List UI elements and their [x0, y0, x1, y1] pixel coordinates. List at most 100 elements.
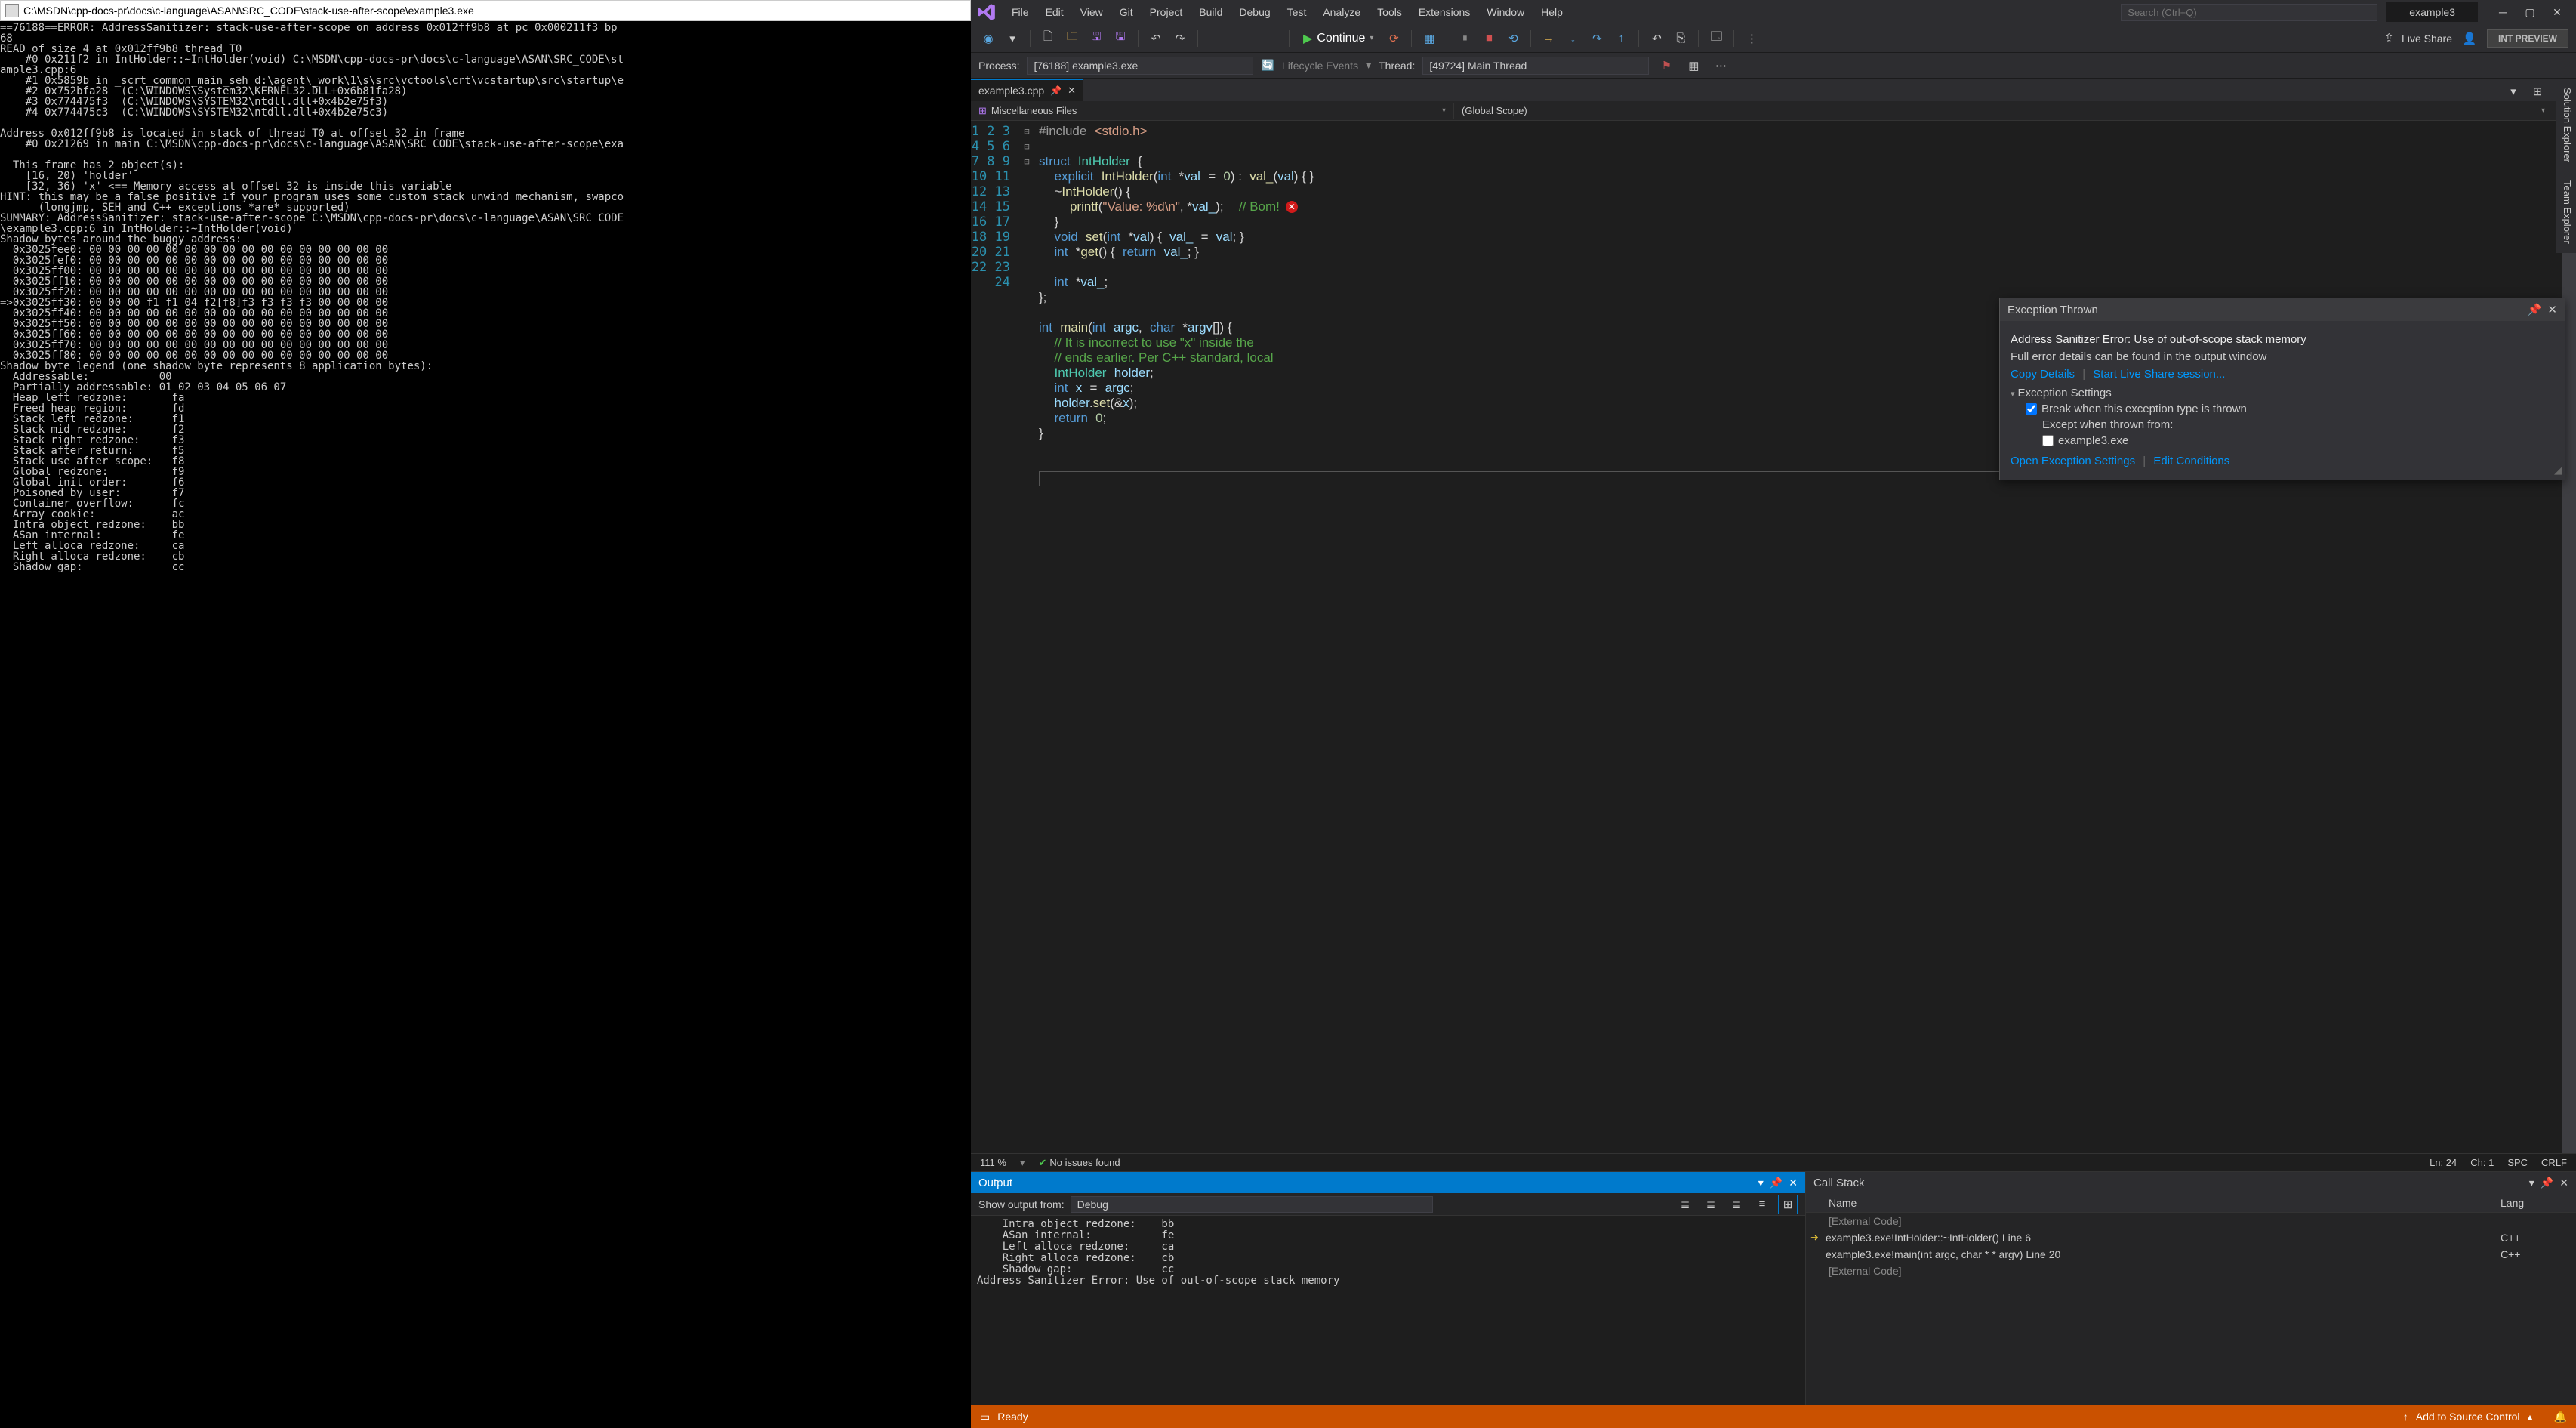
- lifecycle-icon[interactable]: 🔄: [1261, 59, 1274, 72]
- thread-dropdown[interactable]: [49724] Main Thread: [1422, 57, 1649, 75]
- close-button[interactable]: ✕: [2544, 3, 2570, 21]
- menu-build[interactable]: Build: [1191, 3, 1230, 21]
- stop-icon[interactable]: ■: [1479, 29, 1499, 48]
- live-share-icon[interactable]: ⇪: [2384, 31, 2394, 46]
- side-tab-solution-explorer[interactable]: Solution Explorer: [2556, 79, 2576, 171]
- menu-view[interactable]: View: [1073, 3, 1111, 21]
- call-stack-row[interactable]: ➜ example3.exe!IntHolder::~IntHolder() L…: [1806, 1229, 2576, 1246]
- edit-conditions-link[interactable]: Edit Conditions: [2153, 455, 2229, 467]
- notifications-icon[interactable]: 🔔: [2554, 1411, 2567, 1423]
- hot-reload-icon[interactable]: ⟳: [1384, 29, 1404, 48]
- cs-col-name[interactable]: Name: [1806, 1197, 2501, 1209]
- line-indicator[interactable]: Ln: 24: [2430, 1157, 2457, 1168]
- menu-tools[interactable]: Tools: [1370, 3, 1410, 21]
- step-out-icon[interactable]: ↑: [1611, 29, 1631, 48]
- feedback-icon[interactable]: 👤: [2460, 29, 2479, 48]
- show-next-icon[interactable]: →: [1539, 29, 1558, 48]
- process-dropdown[interactable]: [76188] example3.exe: [1027, 57, 1253, 75]
- call-stack-row[interactable]: [External Code]: [1806, 1213, 2576, 1229]
- except-from-checkbox[interactable]: [2042, 435, 2054, 446]
- sc-dropdown-icon[interactable]: ▴: [2528, 1411, 2533, 1423]
- menu-help[interactable]: Help: [1533, 3, 1570, 21]
- cs-pin-icon[interactable]: 📌: [2541, 1177, 2553, 1189]
- open-exception-settings-link[interactable]: Open Exception Settings: [2011, 455, 2135, 467]
- editor-tab-example3[interactable]: example3.cpp 📌 ✕: [971, 79, 1083, 101]
- fold-gutter[interactable]: ⊟ ⊟ ⊟: [1021, 121, 1033, 1153]
- misc-icon-2[interactable]: ⎘: [1671, 29, 1690, 48]
- solution-title-tab[interactable]: example3: [2386, 2, 2478, 22]
- nav-fwd-icon[interactable]: ▾: [1003, 29, 1022, 48]
- output-tb-icon-1[interactable]: ≣: [1675, 1195, 1695, 1214]
- search-box[interactable]: [2121, 4, 2377, 21]
- cs-col-lang[interactable]: Lang: [2501, 1197, 2576, 1209]
- add-to-source-control[interactable]: Add to Source Control: [2416, 1411, 2520, 1423]
- misc-debug-icon[interactable]: ⋯: [1711, 56, 1730, 76]
- copy-details-link[interactable]: Copy Details: [2011, 368, 2075, 381]
- zoom-level[interactable]: 111 %: [980, 1157, 1006, 1168]
- redo-icon[interactable]: ↷: [1170, 29, 1190, 48]
- pause-icon[interactable]: ⏸: [1455, 29, 1474, 48]
- call-stack-header[interactable]: Call Stack ▾ 📌 ✕: [1806, 1172, 2576, 1193]
- nav-project-dropdown[interactable]: ⊞ Miscellaneous Files ▾: [971, 103, 1454, 119]
- lifecycle-label[interactable]: Lifecycle Events: [1282, 60, 1358, 72]
- menu-test[interactable]: Test: [1280, 3, 1314, 21]
- menu-project[interactable]: Project: [1142, 3, 1191, 21]
- maximize-button[interactable]: ▢: [2517, 3, 2543, 21]
- save-icon[interactable]: 🖫: [1086, 29, 1106, 48]
- nav-back-icon[interactable]: ◉: [978, 29, 998, 48]
- misc-icon-3[interactable]: 🗔: [1706, 29, 1726, 48]
- console-output[interactable]: ==76188==ERROR: AddressSanitizer: stack-…: [0, 21, 971, 1428]
- flag-icon[interactable]: ⚑: [1656, 56, 1676, 76]
- minimize-button[interactable]: ─: [2490, 3, 2516, 21]
- misc-icon-1[interactable]: ↶: [1647, 29, 1666, 48]
- close-popup-icon[interactable]: ✕: [2547, 303, 2557, 316]
- menu-edit[interactable]: Edit: [1038, 3, 1071, 21]
- menu-analyze[interactable]: Analyze: [1315, 3, 1368, 21]
- config-dropdown[interactable]: [1206, 29, 1281, 48]
- int-preview-badge[interactable]: INT PREVIEW: [2487, 29, 2568, 48]
- output-tb-icon-5[interactable]: ⊞: [1778, 1195, 1798, 1214]
- tab-dropdown-icon[interactable]: ▾: [2504, 82, 2523, 101]
- issues-label[interactable]: No issues found: [1049, 1157, 1120, 1168]
- menu-file[interactable]: File: [1004, 3, 1037, 21]
- search-input[interactable]: [2121, 4, 2377, 21]
- menu-extensions[interactable]: Extensions: [1411, 3, 1478, 21]
- indent-indicator[interactable]: SPC: [2507, 1157, 2528, 1168]
- output-pin-icon[interactable]: 📌: [1770, 1177, 1783, 1189]
- restart-icon[interactable]: ⟲: [1503, 29, 1523, 48]
- misc-icon-4[interactable]: ⋮: [1742, 29, 1761, 48]
- step-into-icon[interactable]: ↓: [1563, 29, 1582, 48]
- close-tab-icon[interactable]: ✕: [1068, 85, 1076, 97]
- pin-icon[interactable]: 📌: [1050, 85, 1062, 96]
- side-tab-team-explorer[interactable]: Team Explorer: [2556, 171, 2576, 253]
- resize-grip-icon[interactable]: ◢: [2554, 464, 2562, 477]
- step-over-icon[interactable]: ↷: [1587, 29, 1607, 48]
- error-indicator-icon[interactable]: ✕: [1286, 201, 1298, 213]
- output-source-dropdown[interactable]: Debug: [1071, 1196, 1433, 1213]
- output-tb-icon-4[interactable]: ≡: [1752, 1195, 1772, 1214]
- exception-title-bar[interactable]: Exception Thrown 📌 ✕: [2000, 298, 2565, 321]
- step-icon-1[interactable]: ▦: [1419, 29, 1439, 48]
- break-when-thrown-checkbox[interactable]: [2026, 403, 2037, 415]
- console-titlebar[interactable]: C:\MSDN\cpp-docs-pr\docs\c-language\ASAN…: [0, 0, 971, 21]
- live-share-label[interactable]: Live Share: [2402, 32, 2452, 45]
- new-item-icon[interactable]: 🗋: [1038, 29, 1058, 48]
- tab-split-icon[interactable]: ⊞: [2528, 82, 2547, 101]
- call-stack-row[interactable]: [External Code]: [1806, 1263, 2576, 1279]
- nav-scope-dropdown[interactable]: (Global Scope) ▾: [1454, 103, 2553, 119]
- eol-indicator[interactable]: CRLF: [2541, 1157, 2567, 1168]
- open-icon[interactable]: 🗀: [1062, 29, 1082, 48]
- undo-icon[interactable]: ↶: [1146, 29, 1166, 48]
- menu-window[interactable]: Window: [1479, 3, 1532, 21]
- call-stack-row[interactable]: example3.exe!main(int argc, char * * arg…: [1806, 1246, 2576, 1263]
- code-content[interactable]: #include <stdio.h> struct IntHolder { ex…: [1033, 121, 2562, 1153]
- char-indicator[interactable]: Ch: 1: [2470, 1157, 2494, 1168]
- cs-close-icon[interactable]: ✕: [2559, 1177, 2568, 1189]
- stack-icon[interactable]: ▦: [1684, 56, 1703, 76]
- continue-button[interactable]: ▶ Continue ▾: [1297, 29, 1379, 48]
- source-control-icon[interactable]: ↑: [2403, 1411, 2408, 1423]
- cs-dropdown-icon[interactable]: ▾: [2529, 1177, 2534, 1189]
- menu-debug[interactable]: Debug: [1231, 3, 1277, 21]
- start-live-share-link[interactable]: Start Live Share session...: [2093, 368, 2225, 381]
- output-close-icon[interactable]: ✕: [1789, 1177, 1798, 1189]
